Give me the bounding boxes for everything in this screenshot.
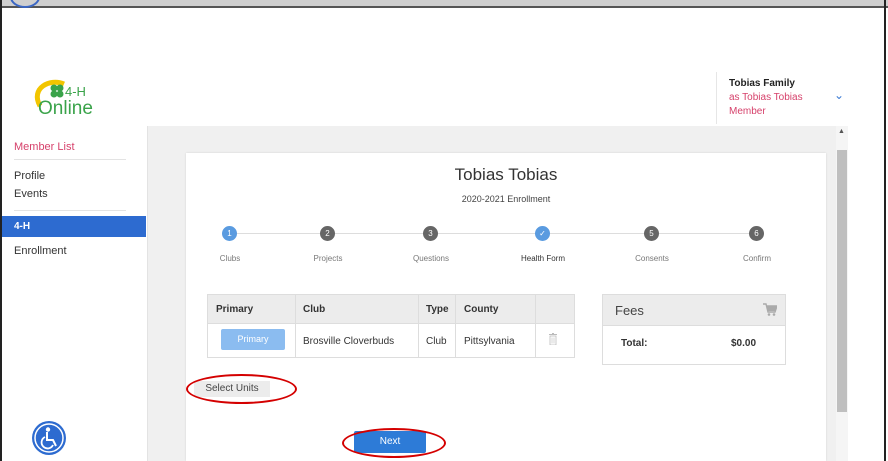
column-divider <box>295 295 296 357</box>
step-label-consents: Consents <box>635 254 669 263</box>
step-1[interactable]: 1 <box>222 226 237 241</box>
next-button[interactable]: Next <box>354 431 426 453</box>
user-family-name: Tobias Family <box>729 78 795 89</box>
column-divider <box>535 295 536 357</box>
browser-top-strip <box>0 0 888 8</box>
step-label-projects: Projects <box>313 254 343 263</box>
member-name: Tobias Tobias <box>454 165 558 184</box>
user-role: Member <box>729 106 766 117</box>
fees-panel: Fees Total: $0.00 <box>602 294 786 365</box>
sidebar-item-4h[interactable]: 4-H <box>0 216 146 237</box>
step-6[interactable]: 6 <box>749 226 764 241</box>
corner-circle-icon <box>10 0 40 8</box>
stepper-line <box>230 233 756 234</box>
logo-online-text: Online <box>38 98 93 119</box>
step-4-check-icon[interactable]: ✓ <box>535 226 550 241</box>
enrollment-year: 2020-2021 Enrollment <box>461 194 551 204</box>
column-divider <box>455 295 456 357</box>
cell-type: Club <box>426 336 447 347</box>
cart-icon[interactable] <box>763 303 777 316</box>
clover-icon <box>50 84 64 98</box>
step-5[interactable]: 5 <box>644 226 659 241</box>
step-label-health-form: Health Form <box>520 254 565 263</box>
scrollbar[interactable]: ▲ <box>836 126 848 461</box>
user-acting-as: as Tobias Tobias <box>729 92 803 103</box>
chevron-down-icon[interactable]: ⌄ <box>834 88 844 102</box>
fees-title: Fees <box>615 303 644 318</box>
sidebar: Member List Profile Events 4-H Enrollmen… <box>0 126 148 461</box>
column-divider <box>418 295 419 357</box>
header-county: County <box>464 304 499 315</box>
step-label-questions: Questions <box>412 254 450 263</box>
step-label-confirm: Confirm <box>742 254 771 263</box>
header-type: Type <box>426 304 449 315</box>
primary-button[interactable]: Primary <box>221 329 285 350</box>
sidebar-item-profile[interactable]: Profile <box>14 170 45 182</box>
enrollment-card: Tobias Tobias 2020-2021 Enrollment 1 2 3… <box>186 153 826 461</box>
header-club: Club <box>303 304 326 315</box>
select-units-button[interactable]: Select Units <box>194 381 270 397</box>
sidebar-item-member-list[interactable]: Member List <box>14 141 75 153</box>
sidebar-item-enrollment[interactable]: Enrollment <box>14 245 67 257</box>
sidebar-divider <box>14 210 126 211</box>
sidebar-divider <box>14 159 126 160</box>
user-menu[interactable]: Tobias Family as Tobias Tobias Member <box>716 72 834 124</box>
cell-county: Pittsylvania <box>464 336 515 347</box>
scroll-up-icon[interactable]: ▲ <box>838 128 845 135</box>
fees-total-value: $0.00 <box>731 338 757 349</box>
club-table: Primary Club Type County Primary Brosvil… <box>207 294 575 358</box>
logo-4h-text: 4-H <box>65 84 86 99</box>
step-3[interactable]: 3 <box>423 226 438 241</box>
fees-header: Fees <box>603 295 785 326</box>
table-header-row <box>208 295 574 324</box>
trash-icon[interactable] <box>549 333 557 345</box>
step-label-clubs: Clubs <box>219 254 241 263</box>
fees-total-label: Total: <box>621 338 648 349</box>
sidebar-item-label: 4-H <box>14 221 31 232</box>
header-primary: Primary <box>216 304 254 315</box>
scrollbar-thumb[interactable] <box>837 150 847 412</box>
4h-online-logo[interactable]: 4-H Online <box>30 78 120 120</box>
step-2[interactable]: 2 <box>320 226 335 241</box>
cell-club: Brosville Cloverbuds <box>303 336 395 347</box>
accessibility-icon[interactable] <box>31 420 67 456</box>
sidebar-item-events[interactable]: Events <box>14 188 48 200</box>
